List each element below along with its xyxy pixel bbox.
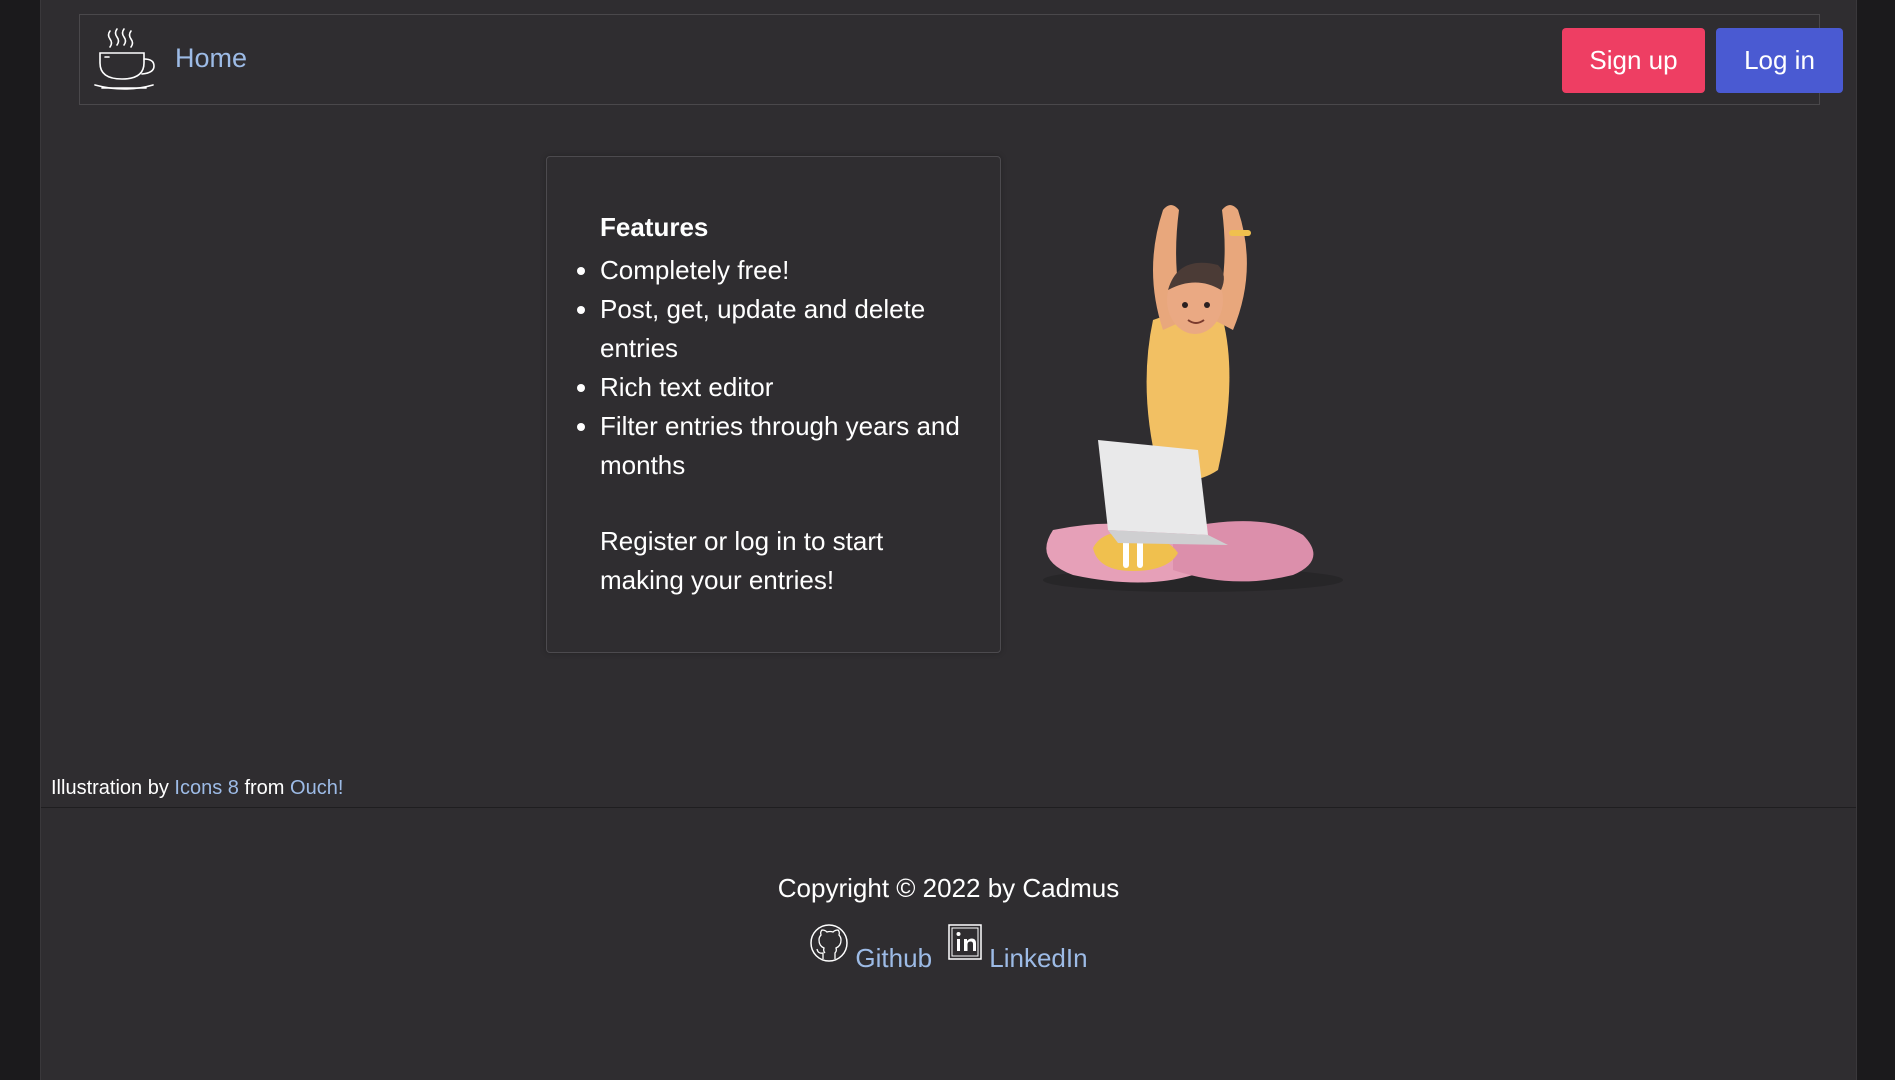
navbar: Home Sign up Log in [79, 14, 1843, 105]
person-laptop-illustration [1043, 205, 1343, 592]
footer: Copyright © 2022 by Cadmus Github Linked… [41, 807, 1856, 1080]
login-button[interactable]: Log in [1716, 28, 1843, 93]
feature-item: Post, get, update and delete entries [600, 290, 960, 368]
credit-middle: from [244, 777, 285, 799]
linkedin-link[interactable]: LinkedIn [947, 923, 1088, 974]
github-icon [810, 924, 849, 962]
github-label: Github [855, 943, 933, 973]
illustration-credit: Illustration by Icons 8 from Ouch! [51, 777, 343, 800]
page-container: Home Sign up Log in Features Completely … [40, 0, 1857, 1080]
feature-item: Filter entries through years and months [600, 407, 960, 485]
feature-item: Completely free! [600, 251, 960, 290]
nav-home-link[interactable]: Home [175, 43, 247, 74]
credit-source-link[interactable]: Ouch! [290, 777, 343, 799]
github-link[interactable]: Github [809, 923, 932, 974]
linkedin-label: LinkedIn [989, 943, 1088, 973]
linkedin-icon [948, 924, 983, 960]
features-list: Completely free! Post, get, update and d… [600, 251, 960, 485]
features-title: Features [600, 212, 709, 242]
coffee-cup-icon[interactable] [92, 21, 158, 97]
copyright-text: Copyright © 2022 by Cadmus [777, 873, 1120, 903]
footer-links: Github LinkedIn [41, 923, 1856, 974]
signup-button[interactable]: Sign up [1562, 28, 1705, 93]
feature-item: Rich text editor [600, 368, 960, 407]
credit-author-link[interactable]: Icons 8 [174, 777, 238, 799]
credit-prefix: Illustration by [51, 777, 169, 799]
register-note: Register or log in to start making your … [600, 526, 884, 595]
features-card: Features Completely free! Post, get, upd… [546, 156, 1001, 653]
